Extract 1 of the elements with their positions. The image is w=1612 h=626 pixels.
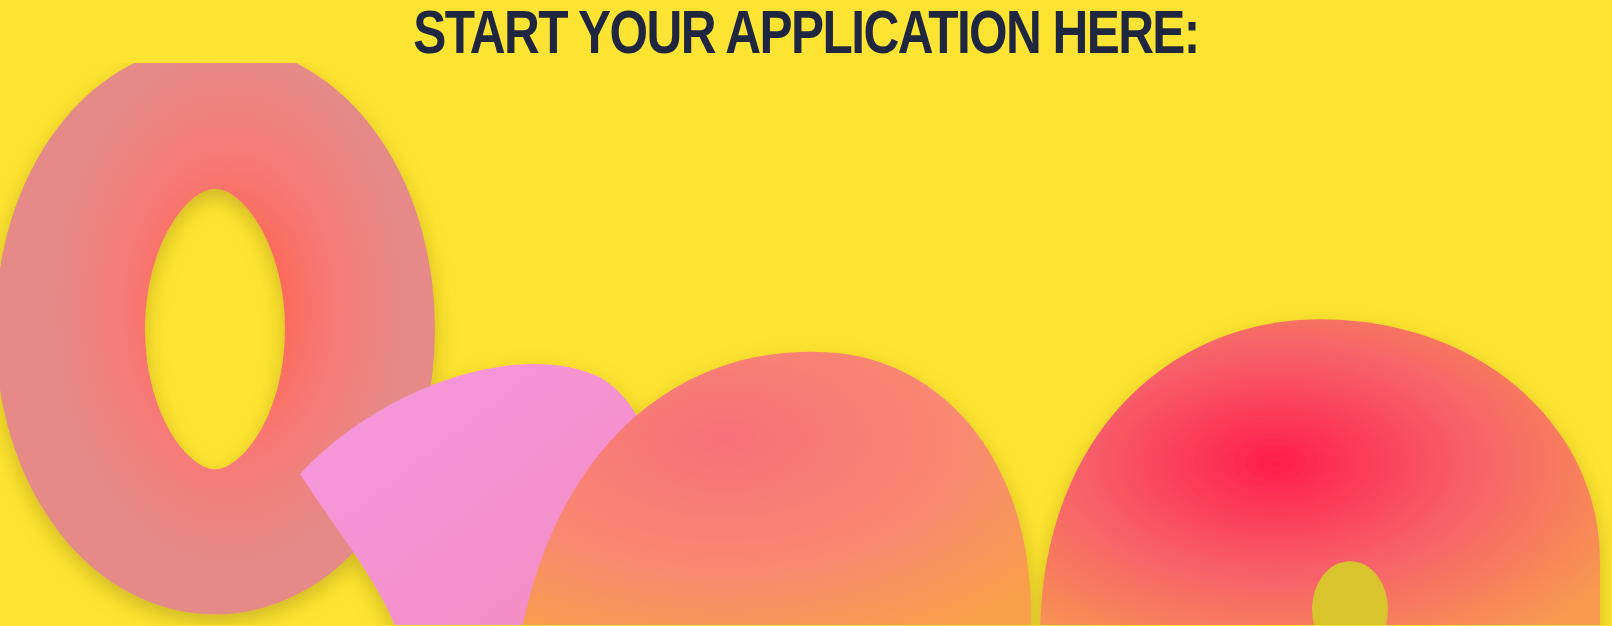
page-heading: START YOUR APPLICATION HERE: <box>413 0 1199 64</box>
